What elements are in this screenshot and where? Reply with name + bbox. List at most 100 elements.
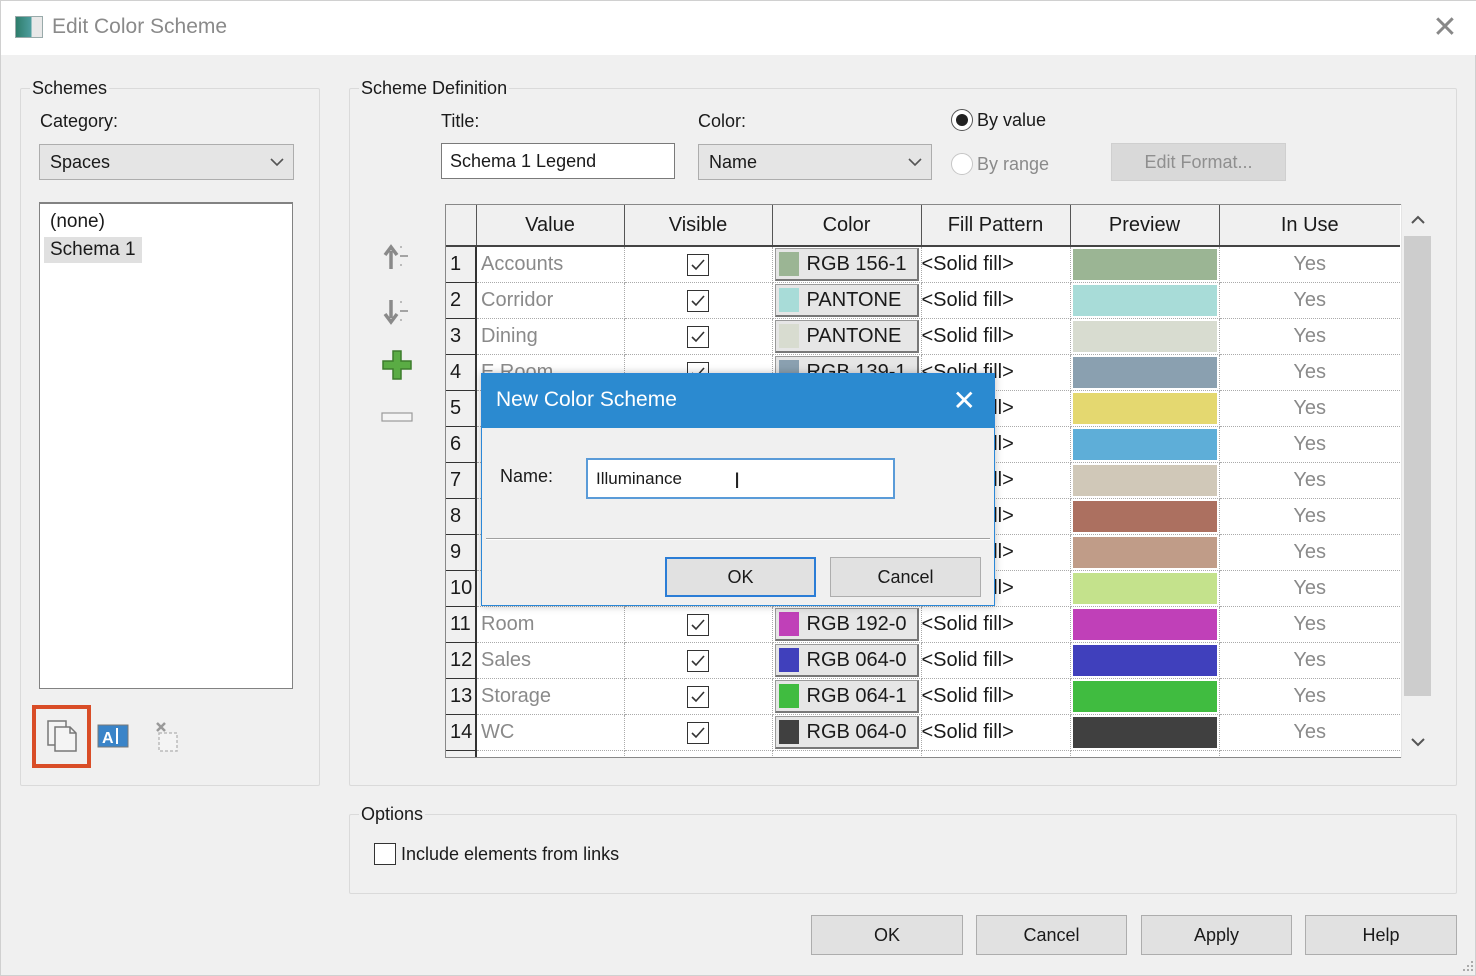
header-in-use[interactable]: In Use [1219, 205, 1400, 247]
header-fill-pattern[interactable]: Fill Pattern [921, 205, 1071, 247]
color-button[interactable]: RGB 064-0 [774, 716, 919, 749]
value-cell[interactable]: Room [476, 606, 625, 643]
fill-pattern-cell[interactable]: <Solid fill> [921, 282, 1071, 319]
scheme-list-item-none[interactable]: (none) [44, 209, 111, 235]
title-input[interactable]: Schema 1 Legend [441, 143, 675, 179]
color-cell[interactable]: PANTONE [772, 282, 922, 319]
color-cell[interactable]: RGB 064-1 [772, 678, 922, 715]
row-number[interactable]: 6 [446, 426, 477, 463]
visible-cell[interactable] [624, 282, 773, 319]
rename-scheme-button[interactable]: A [91, 714, 135, 758]
move-row-down-button[interactable] [375, 290, 419, 334]
scroll-up-button[interactable] [1402, 206, 1434, 234]
visible-cell[interactable] [624, 246, 773, 283]
color-button[interactable]: RGB 064-0 [774, 644, 919, 677]
value-cell[interactable]: Dining [476, 318, 625, 355]
visible-checkbox[interactable] [687, 649, 709, 672]
scheme-name-input[interactable]: Illuminance I [586, 458, 895, 499]
color-cell[interactable]: RGB 064-0 [772, 642, 922, 679]
visible-checkbox[interactable] [687, 289, 709, 312]
row-number[interactable]: 1 [446, 246, 477, 283]
visible-cell[interactable] [624, 642, 773, 679]
include-links-checkbox[interactable]: Include elements from links [374, 843, 619, 865]
move-row-up-button[interactable] [375, 235, 419, 279]
visible-cell[interactable] [624, 678, 773, 715]
value-cell[interactable]: Corridor [476, 282, 625, 319]
row-number[interactable]: 3 [446, 318, 477, 355]
fill-pattern-cell[interactable]: <Solid fill> [921, 714, 1071, 751]
row-number[interactable]: 9 [446, 534, 477, 571]
table-row[interactable]: 13 Storage RGB 064-1 <Solid fill> Yes [446, 678, 1400, 715]
category-dropdown[interactable]: Spaces [39, 144, 294, 180]
edit-format-button[interactable]: Edit Format... [1111, 143, 1286, 181]
table-row[interactable]: 12 Sales RGB 064-0 <Solid fill> Yes [446, 642, 1400, 679]
table-row[interactable]: 3 Dining PANTONE <Solid fill> Yes [446, 318, 1400, 355]
color-button[interactable]: RGB 192-0 [774, 608, 919, 641]
close-icon[interactable]: ✕ [1427, 11, 1463, 45]
row-number[interactable]: 8 [446, 498, 477, 535]
color-cell[interactable]: PANTONE [772, 318, 922, 355]
visible-cell[interactable] [624, 606, 773, 643]
table-row[interactable]: 1 Accounts RGB 156-1 <Solid fill> Yes [446, 246, 1400, 283]
value-cell[interactable]: WC [476, 714, 625, 751]
color-button[interactable]: RGB 156-1 [774, 248, 919, 281]
scheme-list[interactable]: (none) Schema 1 [39, 202, 293, 689]
visible-checkbox[interactable] [687, 325, 709, 348]
visible-checkbox[interactable] [687, 685, 709, 708]
fill-pattern-cell[interactable]: <Solid fill> [921, 318, 1071, 355]
fill-pattern-cell[interactable]: <Solid fill> [921, 606, 1071, 643]
color-cell[interactable]: RGB 156-1 [772, 246, 922, 283]
scrollbar-thumb[interactable] [1404, 236, 1431, 696]
by-value-radio[interactable]: By value [951, 109, 1046, 131]
duplicate-scheme-button[interactable] [40, 714, 84, 758]
visible-checkbox[interactable] [687, 253, 709, 276]
table-row[interactable]: 14 WC RGB 064-0 <Solid fill> Yes [446, 714, 1400, 751]
remove-value-button[interactable] [375, 395, 419, 439]
delete-scheme-button[interactable] [143, 714, 187, 758]
row-number[interactable]: 10 [446, 570, 477, 607]
value-cell[interactable]: Sales [476, 642, 625, 679]
value-cell[interactable]: Accounts [476, 246, 625, 283]
scheme-list-item-schema-1[interactable]: Schema 1 [44, 237, 142, 263]
visible-cell[interactable] [624, 714, 773, 751]
scroll-down-button[interactable] [1402, 728, 1434, 756]
fill-pattern-cell[interactable]: <Solid fill> [921, 246, 1071, 283]
ok-button[interactable]: OK [811, 915, 963, 955]
row-number[interactable]: 5 [446, 390, 477, 427]
row-number[interactable]: 4 [446, 354, 477, 391]
help-button[interactable]: Help [1305, 915, 1457, 955]
value-cell[interactable]: Storage [476, 678, 625, 715]
color-button[interactable]: RGB 064-1 [774, 680, 919, 713]
visible-checkbox[interactable] [687, 613, 709, 636]
color-button[interactable]: PANTONE [774, 284, 919, 317]
apply-button[interactable]: Apply [1141, 915, 1292, 955]
header-visible[interactable]: Visible [624, 205, 773, 247]
color-button[interactable]: PANTONE [774, 320, 919, 353]
color-dropdown[interactable]: Name [698, 144, 932, 180]
resize-grip-icon[interactable] [1461, 959, 1475, 973]
visible-cell[interactable] [624, 318, 773, 355]
modal-ok-button[interactable]: OK [665, 557, 816, 597]
header-color[interactable]: Color [772, 205, 922, 247]
row-number[interactable]: 11 [446, 606, 477, 643]
color-cell[interactable]: RGB 064-0 [772, 714, 922, 751]
row-number[interactable]: 13 [446, 678, 477, 715]
add-value-button[interactable] [375, 343, 419, 387]
table-row[interactable]: 2 Corridor PANTONE <Solid fill> Yes [446, 282, 1400, 319]
visible-checkbox[interactable] [687, 721, 709, 744]
table-row[interactable]: 11 Room RGB 192-0 <Solid fill> Yes [446, 606, 1400, 643]
by-range-radio[interactable]: By range [951, 153, 1049, 175]
row-number[interactable]: 14 [446, 714, 477, 751]
table-scrollbar[interactable] [1401, 204, 1433, 758]
fill-pattern-cell[interactable]: <Solid fill> [921, 678, 1071, 715]
row-number[interactable]: 2 [446, 282, 477, 319]
modal-cancel-button[interactable]: Cancel [830, 557, 981, 597]
close-icon[interactable]: ✕ [953, 384, 976, 417]
color-cell[interactable]: RGB 192-0 [772, 606, 922, 643]
fill-pattern-cell[interactable]: <Solid fill> [921, 642, 1071, 679]
row-number[interactable]: 12 [446, 642, 477, 679]
header-value[interactable]: Value [476, 205, 625, 247]
cancel-button[interactable]: Cancel [976, 915, 1127, 955]
header-preview[interactable]: Preview [1070, 205, 1220, 247]
row-number[interactable]: 7 [446, 462, 477, 499]
